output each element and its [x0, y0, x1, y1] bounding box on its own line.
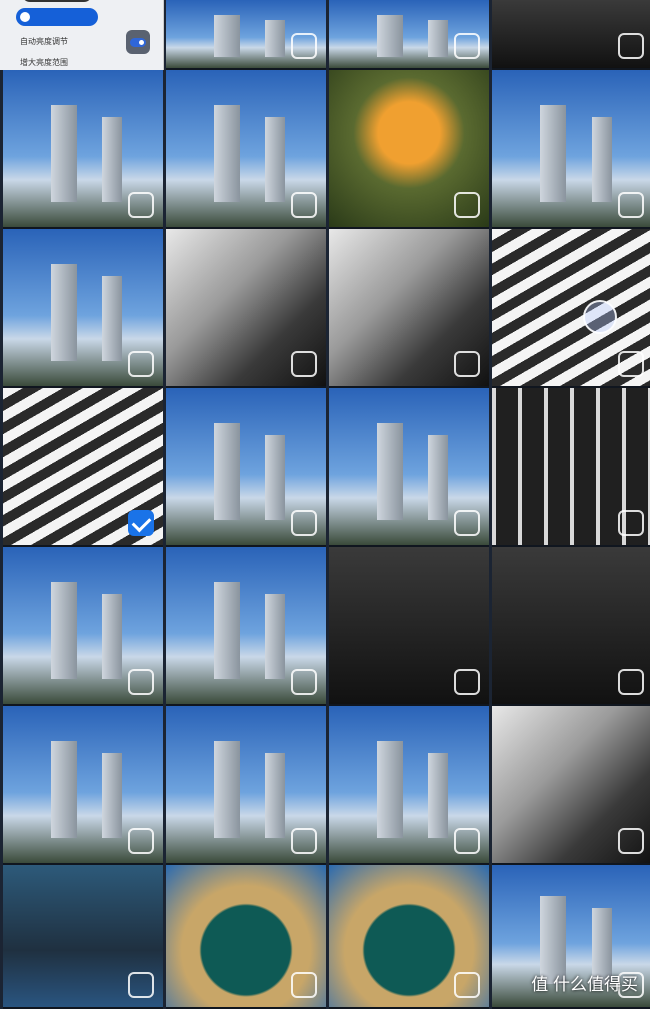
building-shape — [214, 740, 240, 838]
photo-thumbnail[interactable] — [166, 70, 326, 229]
brightness-slider-knob[interactable] — [20, 12, 30, 22]
extended-range-label: 增大亮度范围 — [20, 58, 68, 67]
photo-thumbnail[interactable] — [3, 706, 163, 865]
photo-thumbnail[interactable] — [492, 70, 650, 229]
photo-grid — [0, 0, 650, 1009]
building-shape — [265, 435, 286, 520]
select-checkbox[interactable] — [291, 669, 317, 695]
photo-thumbnail[interactable] — [492, 229, 650, 388]
photo-thumbnail[interactable] — [166, 388, 326, 547]
select-checkbox[interactable] — [128, 192, 154, 218]
select-checkbox[interactable] — [618, 192, 644, 218]
photo-thumbnail[interactable] — [166, 0, 326, 70]
select-checkbox[interactable] — [454, 192, 480, 218]
auto-brightness-toggle[interactable] — [126, 30, 150, 54]
building-shape — [265, 20, 286, 58]
photo-thumbnail[interactable] — [329, 706, 489, 865]
brightness-slider[interactable] — [16, 8, 98, 26]
photo-thumbnail[interactable] — [329, 70, 489, 229]
building-shape — [428, 435, 449, 520]
select-checkbox[interactable] — [618, 351, 644, 377]
building-shape — [591, 117, 612, 202]
building-shape — [214, 104, 240, 202]
building-shape — [377, 14, 403, 58]
select-checkbox[interactable] — [454, 828, 480, 854]
select-checkbox[interactable] — [618, 510, 644, 536]
photo-thumbnail[interactable] — [166, 865, 326, 1009]
building-shape — [102, 594, 123, 679]
selected-checkbox[interactable] — [128, 510, 154, 536]
panel-handle — [22, 0, 92, 2]
photo-thumbnail[interactable] — [166, 547, 326, 706]
watermark: 值 什么值得买 — [531, 970, 638, 995]
building-shape — [51, 263, 77, 361]
building-shape — [265, 753, 286, 838]
select-checkbox[interactable] — [128, 669, 154, 695]
photo-thumbnail[interactable] — [492, 388, 650, 547]
photo-thumbnail[interactable] — [492, 547, 650, 706]
building-shape — [102, 753, 123, 838]
select-checkbox[interactable] — [454, 33, 480, 59]
building-shape — [214, 581, 240, 679]
photo-thumbnail[interactable] — [492, 0, 650, 70]
photo-thumbnail[interactable] — [166, 706, 326, 865]
building-shape — [102, 117, 123, 202]
select-checkbox[interactable] — [128, 351, 154, 377]
select-checkbox[interactable] — [618, 828, 644, 854]
photo-thumbnail[interactable] — [329, 0, 489, 70]
building-shape — [265, 117, 286, 202]
select-checkbox[interactable] — [128, 972, 154, 998]
select-checkbox[interactable] — [454, 669, 480, 695]
touch-cursor-icon — [583, 300, 617, 334]
photo-thumbnail[interactable] — [3, 388, 163, 547]
select-checkbox[interactable] — [291, 828, 317, 854]
building-shape — [428, 20, 449, 58]
building-shape — [377, 740, 403, 838]
select-checkbox[interactable] — [291, 33, 317, 59]
photo-thumbnail[interactable] — [329, 229, 489, 388]
select-checkbox[interactable] — [618, 669, 644, 695]
select-checkbox[interactable] — [128, 828, 154, 854]
photo-thumbnail[interactable] — [3, 70, 163, 229]
building-shape — [102, 276, 123, 361]
building-shape — [214, 14, 240, 58]
select-checkbox[interactable] — [291, 510, 317, 536]
brightness-settings-panel: 自动亮度调节 增大亮度范围 — [0, 0, 164, 70]
building-shape — [51, 581, 77, 679]
select-checkbox[interactable] — [291, 192, 317, 218]
building-shape — [377, 422, 403, 520]
select-checkbox[interactable] — [291, 972, 317, 998]
watermark-text: 值 什么值得买 — [531, 975, 638, 994]
auto-brightness-label: 自动亮度调节 — [20, 37, 68, 46]
photo-thumbnail[interactable] — [329, 547, 489, 706]
building-shape — [428, 753, 449, 838]
building-shape — [540, 104, 567, 202]
photo-thumbnail[interactable] — [492, 706, 650, 865]
select-checkbox[interactable] — [454, 351, 480, 377]
building-shape — [265, 594, 286, 679]
building-shape — [51, 104, 77, 202]
building-shape — [214, 422, 240, 520]
select-checkbox[interactable] — [291, 351, 317, 377]
photo-thumbnail[interactable] — [3, 865, 163, 1009]
building-shape — [51, 740, 77, 838]
select-checkbox[interactable] — [454, 510, 480, 536]
photo-thumbnail[interactable] — [3, 547, 163, 706]
photo-thumbnail[interactable] — [329, 865, 489, 1009]
photo-thumbnail[interactable] — [166, 229, 326, 388]
select-checkbox[interactable] — [618, 33, 644, 59]
photo-thumbnail[interactable] — [329, 388, 489, 547]
photo-thumbnail[interactable] — [3, 229, 163, 388]
select-checkbox[interactable] — [454, 972, 480, 998]
